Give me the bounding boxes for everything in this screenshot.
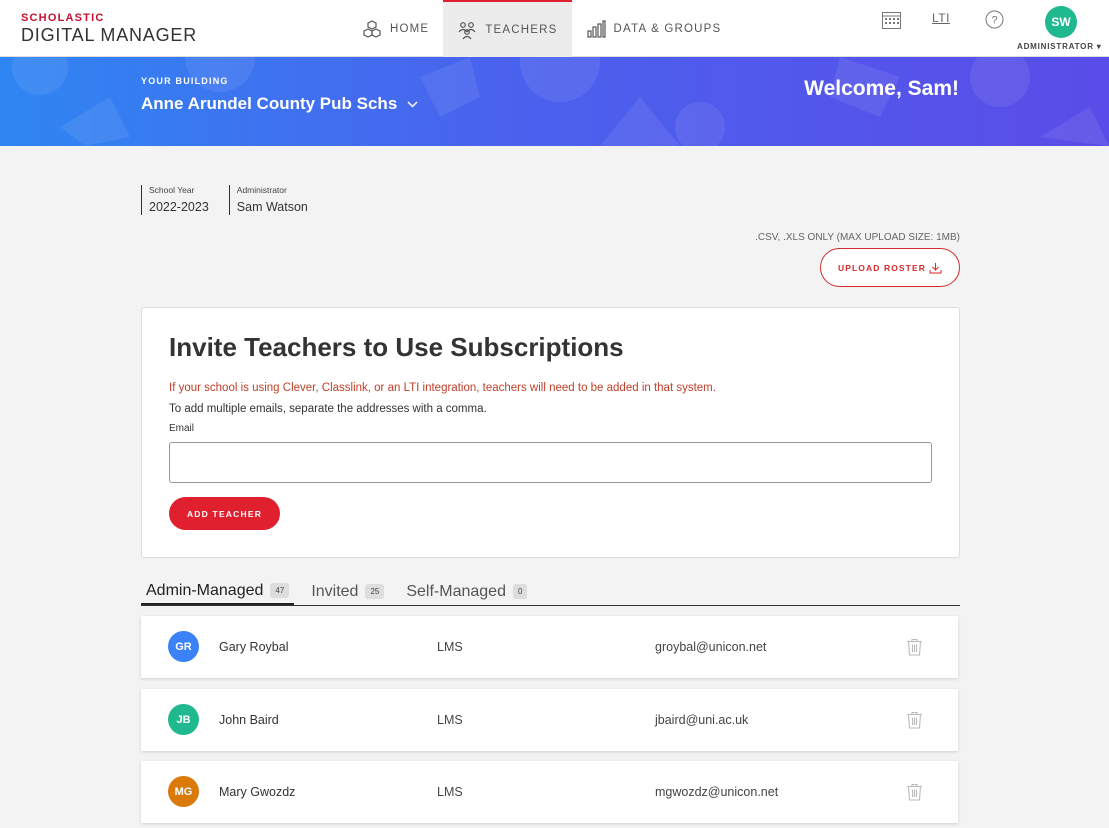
email-input[interactable] (169, 442, 932, 483)
cubes-icon (363, 19, 381, 38)
welcome-banner: YOUR BUILDING Anne Arundel County Pub Sc… (0, 57, 1109, 146)
administrator-label: Administrator (236, 185, 287, 195)
calendar-icon[interactable] (882, 11, 901, 29)
trash-icon[interactable] (906, 638, 923, 656)
trash-icon[interactable] (906, 783, 923, 801)
teacher-name: Gary Roybal (219, 640, 289, 654)
context-info: School Year 2022-2023 Administrator Sam … (141, 185, 328, 215)
tab-label: Admin-Managed (146, 581, 264, 599)
teacher-name: Mary Gwozdz (219, 785, 296, 799)
school-year-block: School Year 2022-2023 (141, 185, 209, 215)
building-selector[interactable]: Anne Arundel County Pub Schs (141, 94, 418, 114)
email-label: Email (169, 423, 195, 434)
teacher-type: LMS (437, 713, 463, 727)
tab-label: Invited (311, 582, 359, 600)
product-name: DIGITAL MANAGER (21, 25, 198, 45)
role-dropdown[interactable]: ADMINISTRATOR ▾ (1017, 42, 1102, 51)
main-nav: HOME TEACHERS DATA & GROUPS (348, 0, 735, 57)
teachers-icon (458, 21, 476, 39)
nav-data-groups-label: DATA & GROUPS (613, 22, 722, 35)
help-icon[interactable]: ? (985, 10, 1004, 29)
svg-text:?: ? (991, 15, 997, 27)
multiple-emails-hint: To add multiple emails, separate the add… (169, 403, 487, 415)
bar-chart-icon (586, 19, 606, 38)
nav-teachers-label: TEACHERS (485, 23, 558, 36)
tab-self-managed[interactable]: Self-Managed 0 (401, 578, 532, 605)
teacher-avatar: MG (168, 776, 199, 807)
trash-icon[interactable] (906, 711, 923, 729)
table-row: JB John Baird LMS jbaird@uni.ac.uk (141, 689, 958, 751)
chevron-down-icon (407, 100, 418, 108)
teacher-type: LMS (437, 640, 463, 654)
scholastic-logo[interactable]: SCHOLASTIC DIGITAL MANAGER (21, 12, 197, 46)
building-label: YOUR BUILDING (141, 76, 229, 86)
teacher-type: LMS (437, 785, 463, 799)
user-avatar[interactable]: SW (1045, 6, 1077, 38)
upload-roster-label: UPLOAD ROSTER (838, 262, 926, 273)
invite-title: Invite Teachers to Use Subscriptions (169, 332, 624, 362)
teacher-tabs: Admin-Managed 47 Invited 25 Self-Managed… (141, 578, 960, 606)
nav-teachers[interactable]: TEACHERS (443, 0, 572, 57)
school-year-label: School Year (149, 185, 195, 195)
building-name: Anne Arundel County Pub Schs (141, 94, 398, 113)
nav-home-label: HOME (390, 22, 430, 35)
integration-warning: If your school is using Clever, Classlin… (169, 382, 716, 394)
table-row: GR Gary Roybal LMS groybal@unicon.net (141, 616, 958, 678)
tab-admin-managed[interactable]: Admin-Managed 47 (141, 578, 295, 605)
lti-link[interactable]: LTI (932, 11, 950, 25)
tab-invited[interactable]: Invited 25 (306, 578, 389, 605)
teacher-email: mgwozdz@unicon.net (655, 785, 779, 799)
welcome-message: Welcome, Sam! (804, 77, 959, 100)
upload-roster-button[interactable]: UPLOAD ROSTER (820, 248, 960, 287)
teacher-email: jbaird@uni.ac.uk (655, 713, 749, 727)
administrator-value: Sam Watson (236, 200, 308, 214)
administrator-block: Administrator Sam Watson (228, 185, 308, 215)
teacher-avatar: JB (168, 704, 199, 735)
teacher-name: John Baird (219, 713, 279, 727)
count-badge: 47 (270, 583, 290, 598)
brand-name: SCHOLASTIC (21, 12, 105, 24)
download-icon (929, 262, 942, 273)
teacher-avatar: GR (168, 631, 199, 662)
upload-note: .CSV, .XLS ONLY (MAX UPLOAD SIZE: 1MB) (755, 232, 960, 243)
tab-label: Self-Managed (406, 582, 506, 600)
add-teacher-button[interactable]: ADD TEACHER (169, 497, 280, 530)
count-badge: 25 (365, 584, 385, 599)
teacher-email: groybal@unicon.net (655, 640, 767, 654)
top-navigation-bar: SCHOLASTIC DIGITAL MANAGER HOME TEACHERS (0, 0, 1109, 57)
school-year-value: 2022-2023 (149, 200, 209, 214)
count-badge: 0 (512, 584, 528, 599)
nav-home[interactable]: HOME (348, 0, 443, 57)
invite-teachers-card: Invite Teachers to Use Subscriptions If … (141, 307, 960, 558)
nav-data-groups[interactable]: DATA & GROUPS (572, 0, 736, 57)
table-row: MG Mary Gwozdz LMS mgwozdz@unicon.net (141, 761, 958, 823)
